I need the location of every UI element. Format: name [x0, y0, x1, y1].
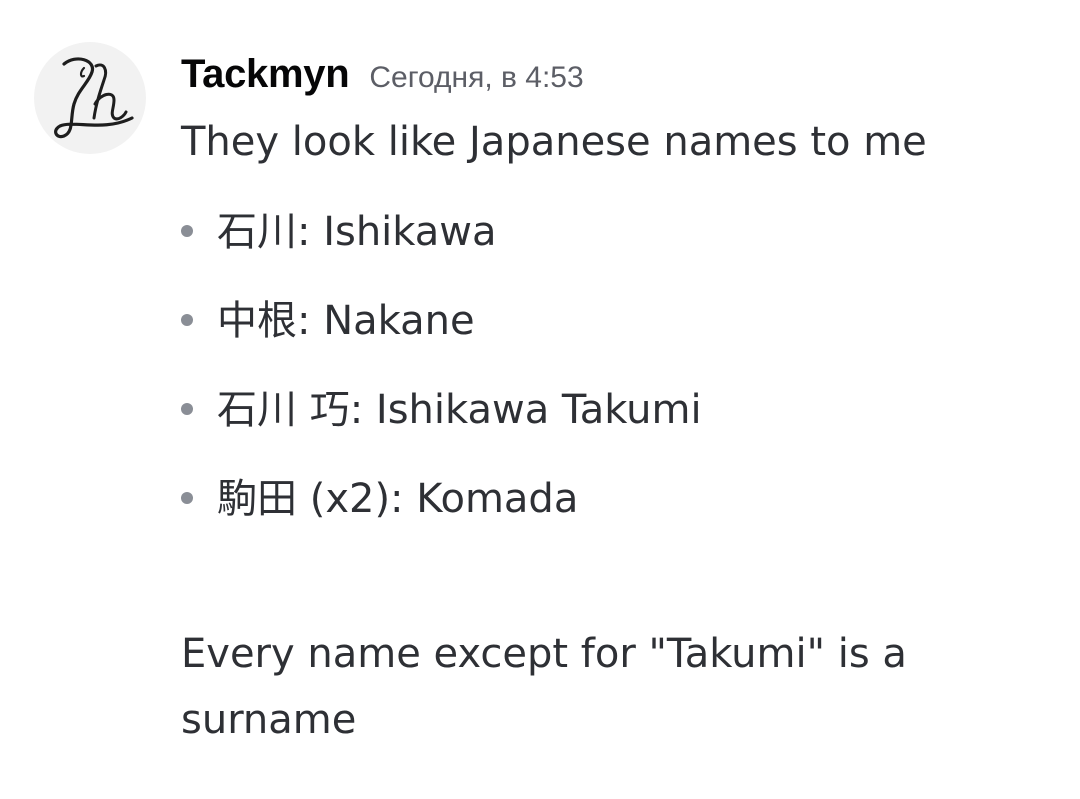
list-item-reading: : Nakane: [297, 298, 475, 344]
bullet-icon: [181, 403, 193, 415]
list-item-kanji: 駒田: [217, 476, 297, 522]
monogram-avatar-icon: [54, 57, 134, 139]
list-item-reading: : Ishikawa: [297, 209, 497, 255]
message-content: They look like Japanese names to me 石川: …: [181, 112, 1041, 753]
list-item: 石川: Ishikawa: [181, 202, 1041, 262]
list-item-reading: (x2): Komada: [297, 476, 579, 522]
username[interactable]: Tackmyn: [181, 52, 350, 96]
list-item-kanji: 中根: [217, 298, 297, 344]
list-item-kanji: 石川 巧: [217, 387, 350, 433]
list-item: 中根: Nakane: [181, 291, 1041, 351]
message-header: Tackmyn Сегодня, в 4:53: [181, 52, 584, 97]
chat-message: Tackmyn Сегодня, в 4:53 They look like Ja…: [0, 0, 1080, 799]
timestamp: Сегодня, в 4:53: [369, 61, 584, 94]
list-item-kanji: 石川: [217, 209, 297, 255]
bullet-icon: [181, 314, 193, 326]
message-intro-text: They look like Japanese names to me: [181, 119, 927, 165]
message-outro-text: Every name except for "Takumi" is a surn…: [181, 631, 907, 743]
list-item: 石川 巧: Ishikawa Takumi: [181, 380, 1041, 440]
list-item-reading: : Ishikawa Takumi: [349, 387, 702, 433]
name-list: 石川: Ishikawa 中根: Nakane 石川 巧: Ishikawa T…: [181, 202, 1041, 529]
bullet-icon: [181, 492, 193, 504]
bullet-icon: [181, 225, 193, 237]
list-item: 駒田 (x2): Komada: [181, 469, 1041, 529]
user-avatar[interactable]: [34, 42, 146, 154]
